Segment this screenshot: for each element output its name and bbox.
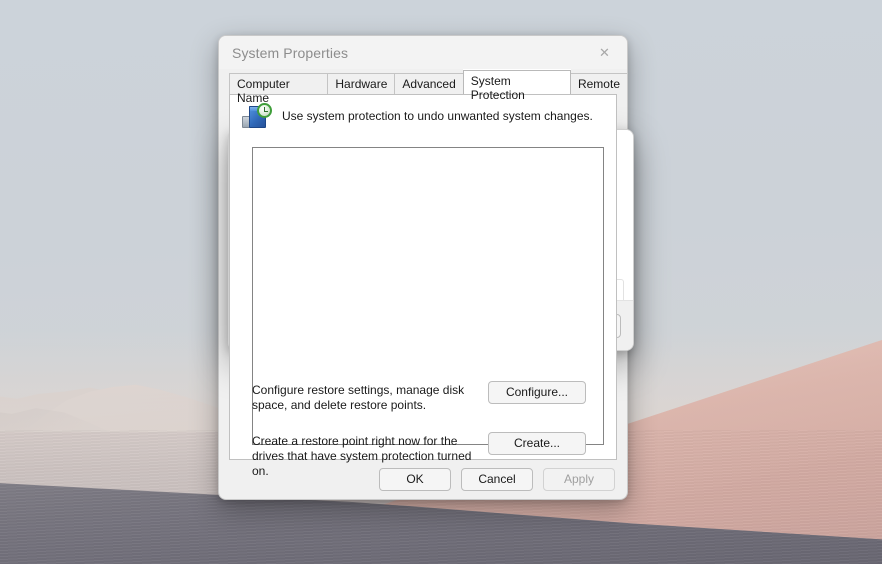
system-properties-window: System Properties ✕ Computer Name Hardwa… [218,35,628,500]
system-properties-title: System Properties [232,44,349,61]
system-restore-icon [242,103,272,129]
create-restore-point-button[interactable]: Create... [488,432,586,455]
configure-button[interactable]: Configure... [488,381,586,404]
tab-system-protection[interactable]: System Protection [462,70,571,102]
protection-header: Use system protection to undo unwanted s… [230,95,616,129]
protection-header-text: Use system protection to undo unwanted s… [282,109,593,123]
system-properties-tabstrip: Computer Name Hardware Advanced System P… [229,70,627,105]
tab-hardware[interactable]: Hardware [327,73,396,94]
configure-settings-section: Configure restore settings, manage disk … [252,381,604,413]
tab-remote[interactable]: Remote [569,73,627,94]
create-restore-point-section: Create a restore point right now for the… [252,432,604,479]
configure-settings-text: Configure restore settings, manage disk … [252,383,465,412]
tab-advanced[interactable]: Advanced [394,73,464,94]
close-icon[interactable]: ✕ [582,36,627,68]
create-restore-point-text: Create a restore point right now for the… [252,434,472,478]
system-protection-tab-page: Use system protection to undo unwanted s… [229,94,617,478]
tab-computer-name[interactable]: Computer Name [229,73,329,105]
system-properties-titlebar[interactable]: System Properties ✕ [219,36,627,69]
